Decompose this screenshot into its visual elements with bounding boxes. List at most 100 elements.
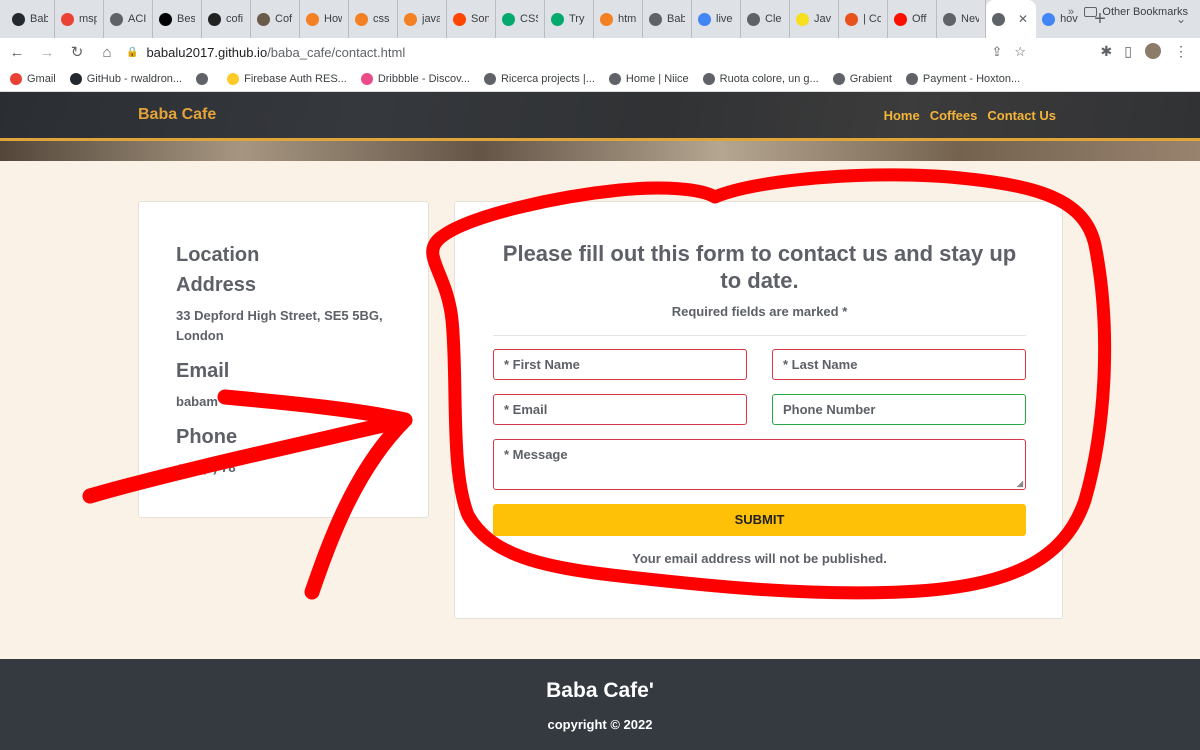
bookmark-label: Grabient <box>849 72 892 85</box>
browser-tab[interactable]: ACI <box>104 0 153 38</box>
browser-tab-label: Jav <box>814 13 832 25</box>
browser-tab[interactable]: live <box>692 0 741 38</box>
bookmarks-overflow-button[interactable]: » <box>1068 6 1074 18</box>
url-path: /baba_cafe/contact.html <box>267 44 406 60</box>
bookmark-item[interactable]: Ruota colore, un g... <box>702 72 819 85</box>
address-heading: Address <box>176 274 257 296</box>
reddit-icon <box>453 12 466 26</box>
browser-tab[interactable]: cofi <box>202 0 251 38</box>
bookmark-favicon-icon <box>702 72 715 85</box>
extension-puzzle-icon[interactable]: ✱ <box>1101 43 1113 60</box>
side-panel-icon[interactable]: ▯ <box>1124 43 1132 60</box>
browser-tab[interactable]: css <box>349 0 398 38</box>
email-privacy-note: Your email address will not be published… <box>632 551 887 566</box>
browser-tab-label: Off <box>912 13 927 25</box>
bookmark-item[interactable]: Ricerca projects |... <box>483 72 595 85</box>
browser-tab[interactable]: hov <box>1036 0 1084 38</box>
bookmark-favicon-icon <box>196 72 209 85</box>
bookmark-favicon-icon <box>360 72 373 85</box>
other-bookmarks-label: Other Bookmarks <box>1102 6 1188 18</box>
browser-tab[interactable]: Bes <box>153 0 202 38</box>
forward-arrow-icon[interactable]: → <box>34 44 60 61</box>
url-host: babalu2017.github.io <box>146 44 268 60</box>
bookmark-item[interactable]: GitHub - rwaldron... <box>69 72 183 85</box>
browser-tab[interactable]: | Co <box>839 0 888 38</box>
browser-toolbar: ← → ↻ ⌂ 🔒 babalu2017.github.io/baba_cafe… <box>0 38 1200 66</box>
nav-contact-link[interactable]: Contact Us <box>987 108 1056 123</box>
browser-tab[interactable]: htm <box>594 0 643 38</box>
browser-tab[interactable]: Cle <box>741 0 790 38</box>
bookmark-item[interactable]: Grabient <box>832 72 892 85</box>
browser-tab-label: Bab <box>667 13 685 25</box>
browser-tab-label: cofi <box>226 13 244 25</box>
browser-menu-icon[interactable]: ⋮ <box>1174 43 1188 60</box>
back-arrow-icon[interactable]: ← <box>4 44 30 61</box>
email-text: babam <box>176 394 218 409</box>
browser-tab-active[interactable]: ✕ <box>986 0 1037 38</box>
stackoverflow-icon <box>355 12 368 26</box>
footer-brand: Baba Cafe' <box>546 679 654 702</box>
folder-icon <box>1084 7 1098 17</box>
other-bookmarks-folder[interactable]: Other Bookmarks <box>1084 6 1188 18</box>
browser-tab-label: | Co <box>863 13 881 25</box>
phone-heading: Phone <box>176 426 238 448</box>
phone-input[interactable]: Phone Number <box>772 394 1026 425</box>
site-header-banner <box>0 92 1200 161</box>
bookmark-item[interactable]: Payment - Hoxton... <box>905 72 1021 85</box>
profile-avatar[interactable] <box>1144 42 1162 60</box>
bookmark-label: Payment - Hoxton... <box>922 72 1021 85</box>
lock-icon: 🔒 <box>126 46 139 58</box>
browser-tab[interactable]: msp <box>55 0 104 38</box>
browser-tab[interactable]: Off <box>888 0 937 38</box>
browser-tab[interactable]: Son <box>447 0 496 38</box>
nav-coffees-link[interactable]: Coffees <box>930 108 978 123</box>
browser-tab[interactable]: Try <box>545 0 594 38</box>
bookmark-item[interactable] <box>196 72 213 85</box>
browser-tab[interactable]: Jav <box>790 0 839 38</box>
reload-icon[interactable]: ↻ <box>64 43 90 61</box>
browser-tab[interactable]: Bab <box>643 0 692 38</box>
form-divider <box>493 335 1026 336</box>
browser-tab[interactable]: java <box>398 0 447 38</box>
email-input[interactable]: * Email <box>493 394 747 425</box>
bookmark-star-icon[interactable]: ☆ <box>1014 44 1026 60</box>
message-textarea[interactable]: * Message ◢ <box>493 439 1026 490</box>
contact-form-card: Please fill out this form to contact us … <box>454 201 1063 619</box>
browser-tab[interactable]: Nev <box>937 0 986 38</box>
browser-tab-label: Son <box>471 13 489 25</box>
bookmark-item[interactable]: Gmail <box>10 72 56 85</box>
address-text: 33 Depford High Street, SE5 5BG, London <box>176 308 383 343</box>
bookmark-label: Dribbble - Discov... <box>377 72 470 85</box>
last-name-input[interactable]: * Last Name <box>772 349 1026 380</box>
bookmark-item[interactable]: Dribbble - Discov... <box>360 72 470 85</box>
nav-home-link[interactable]: Home <box>884 108 920 123</box>
bookmark-favicon-icon <box>832 72 845 85</box>
browser-tab-label: live <box>716 13 733 25</box>
bookmark-label: GitHub - rwaldron... <box>86 72 183 85</box>
browser-tab[interactable]: Cof <box>251 0 300 38</box>
browser-tab-label: How <box>324 13 342 25</box>
bookmark-item[interactable]: Firebase Auth RES... <box>227 72 347 85</box>
resize-grip-icon[interactable]: ◢ <box>1017 479 1023 488</box>
close-tab-icon[interactable]: ✕ <box>1018 12 1028 26</box>
submit-button[interactable]: SUBMIT <box>493 504 1026 536</box>
browser-tab[interactable]: How <box>300 0 349 38</box>
share-icon[interactable]: ⇪ <box>991 44 1002 60</box>
contact-info-card: Location Address 33 Depford High Street,… <box>138 201 429 518</box>
w3schools-icon <box>502 12 515 26</box>
browser-tab-label: Cle <box>765 13 782 25</box>
first-name-input[interactable]: * First Name <box>493 349 747 380</box>
bookmark-label: Home | Niice <box>625 72 689 85</box>
site-nav: Home Coffees Contact Us <box>884 108 1056 123</box>
site-brand-link[interactable]: Baba Cafe <box>138 106 216 124</box>
bookmark-item[interactable]: Home | Niice <box>608 72 689 85</box>
browser-tab[interactable]: CSS <box>496 0 545 38</box>
browser-tab-label: Try <box>569 13 585 25</box>
bookmark-label: Firebase Auth RES... <box>244 72 347 85</box>
stackoverflow-icon <box>404 12 417 26</box>
address-bar[interactable]: 🔒 babalu2017.github.io/baba_cafe/contact… <box>112 40 1034 64</box>
site-footer: Baba Cafe' copyright © 2022 <box>0 659 1200 750</box>
js-icon <box>796 12 809 26</box>
extensions-area: ✱ ▯ ⋮ <box>1101 42 1188 60</box>
browser-tab[interactable]: Bab <box>6 0 55 38</box>
